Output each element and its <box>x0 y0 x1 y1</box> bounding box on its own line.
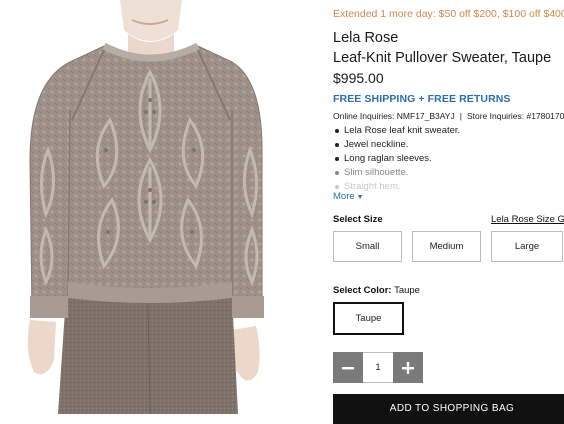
size-label: Select Size <box>333 214 383 225</box>
online-inquiries: Online Inquiries: NMF17_B3AYJ <box>333 111 455 121</box>
minus-icon <box>342 366 354 369</box>
shipping-badge: FREE SHIPPING + FREE RETURNS <box>333 93 511 105</box>
quantity-increase-button[interactable] <box>393 352 423 383</box>
more-link[interactable]: More ▼ <box>333 191 364 202</box>
more-label: More <box>333 191 355 202</box>
product-title: Leaf-Knit Pullover Sweater, Taupe <box>333 50 552 66</box>
color-option-label: Taupe <box>355 313 382 324</box>
add-to-bag-button[interactable]: ADD TO SHOPPING BAG <box>333 394 564 424</box>
add-to-bag-label: ADD TO SHOPPING BAG <box>389 403 515 414</box>
size-option-label: Medium <box>429 241 464 252</box>
brand-name[interactable]: Lela Rose <box>333 30 398 46</box>
size-option-label: Large <box>514 241 540 252</box>
product-info-panel: Extended 1 more day: $50 off $200, $100 … <box>333 0 564 424</box>
size-small-button[interactable]: Small <box>333 231 402 262</box>
inquiries-line: Online Inquiries: NMF17_B3AYJ | Store Inqu… <box>333 111 564 121</box>
list-item: Slim silhouette. <box>333 166 460 180</box>
divider: | <box>459 111 462 121</box>
product-price: $995.00 <box>333 70 384 86</box>
caret-down-icon: ▼ <box>356 194 364 201</box>
color-label-text: Select Color: <box>333 285 392 296</box>
list-item: Long raglan sleeves. <box>333 152 460 166</box>
promo-banner[interactable]: Extended 1 more day: $50 off $200, $100 … <box>333 8 564 20</box>
plus-icon <box>402 361 414 374</box>
list-item: Jewel neckline. <box>333 138 460 152</box>
list-item: Lela Rose leaf knit sweater. <box>333 124 460 138</box>
color-taupe-button[interactable]: Taupe <box>333 302 404 335</box>
store-inquiries: Store Inquiries: #1780170 <box>466 111 564 121</box>
color-label: Select Color: Taupe <box>333 285 420 296</box>
product-image[interactable] <box>0 0 318 414</box>
feature-list: Lela Rose leaf knit sweater. Jewel neckl… <box>333 124 460 194</box>
model-photo <box>0 0 318 414</box>
quantity-input[interactable] <box>363 352 393 383</box>
size-guide-link[interactable]: Lela Rose Size G <box>491 214 564 225</box>
size-medium-button[interactable]: Medium <box>412 231 481 262</box>
quantity-decrease-button[interactable] <box>333 352 363 383</box>
size-large-button[interactable]: Large <box>491 231 563 262</box>
size-option-label: Small <box>355 241 380 252</box>
selected-color: Taupe <box>394 285 420 296</box>
